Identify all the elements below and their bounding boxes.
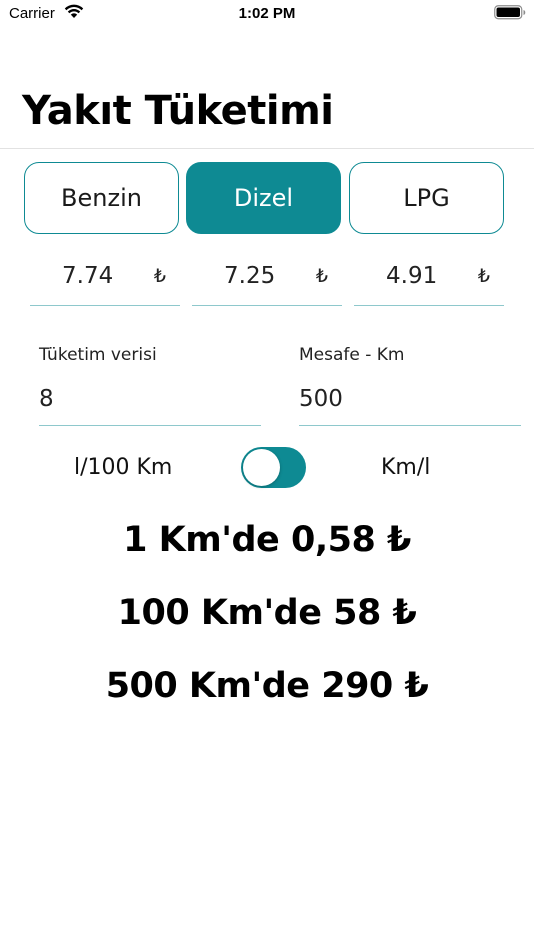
distance-label: Mesafe - Km [299, 345, 405, 365]
unit-label-km-per-l: Km/l [381, 455, 431, 480]
lpg-price-value: 4.91 [386, 263, 438, 289]
result-per-distance: 500 Km'de 290 ₺ [105, 666, 429, 706]
benzin-price-value: 7.74 [62, 263, 114, 289]
result-per-100km: 100 Km'de 58 ₺ [117, 593, 417, 633]
lpg-price-field[interactable]: 4.91 ₺ [354, 255, 504, 306]
status-bar: Carrier 1:02 PM [0, 0, 534, 30]
clock-time: 1:02 PM [238, 5, 296, 22]
fuel-tab-dizel[interactable]: Dizel [186, 162, 341, 234]
benzin-price-field[interactable]: 7.74 ₺ [30, 255, 180, 306]
page-title: Yakıt Tüketimi [22, 88, 334, 134]
unit-label-l-per-100km: l/100 Km [74, 455, 173, 480]
lira-icon: ₺ [315, 265, 328, 287]
lira-icon: ₺ [477, 265, 490, 287]
distance-value: 500 [299, 386, 343, 412]
unit-toggle-switch[interactable] [241, 447, 306, 488]
dizel-price-field[interactable]: 7.25 ₺ [192, 255, 342, 306]
fuel-tab-lpg[interactable]: LPG [349, 162, 504, 234]
distance-input[interactable]: 500 [299, 380, 521, 426]
consumption-value: 8 [39, 386, 54, 412]
lira-icon: ₺ [153, 265, 166, 287]
fuel-tab-benzin[interactable]: Benzin [24, 162, 179, 234]
consumption-label: Tüketim verisi [39, 345, 157, 365]
result-per-1km: 1 Km'de 0,58 ₺ [123, 520, 411, 560]
consumption-input[interactable]: 8 [39, 380, 261, 426]
dizel-price-value: 7.25 [224, 263, 276, 289]
battery-icon [494, 5, 526, 24]
toggle-knob [243, 449, 280, 486]
title-divider [0, 148, 534, 149]
fuel-type-selector: Benzin Dizel LPG [24, 162, 504, 234]
